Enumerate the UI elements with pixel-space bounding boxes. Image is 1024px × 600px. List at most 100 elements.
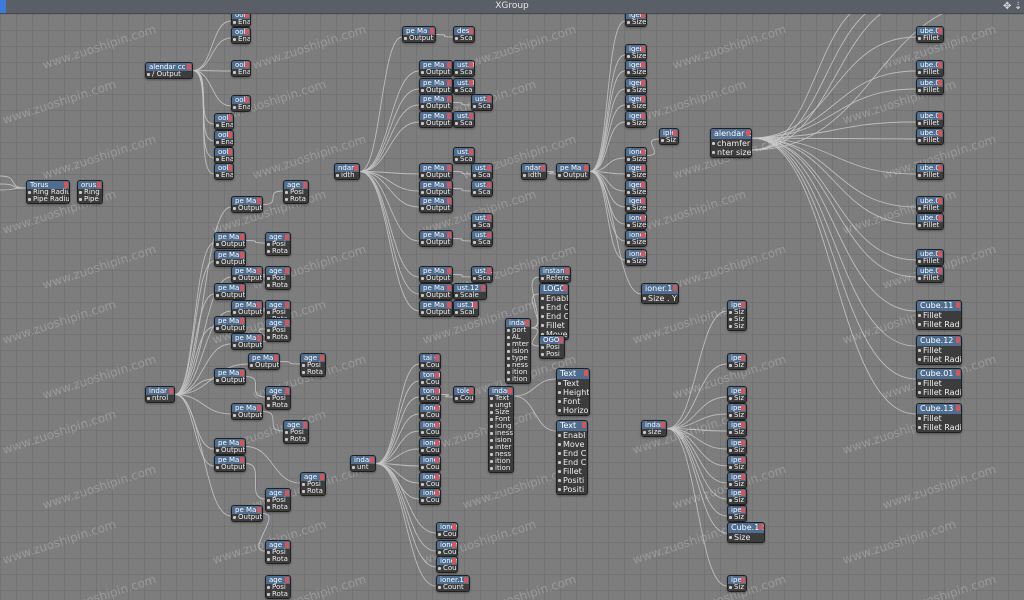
port-label[interactable]: idth — [522, 172, 546, 179]
port-label[interactable]: Ena — [215, 139, 233, 146]
port-label[interactable]: Output — [215, 377, 245, 384]
node-pm2-03[interactable]: pe Ma Output — [419, 78, 453, 95]
node-ust-03[interactable]: ust. Sca — [471, 94, 493, 111]
port-label[interactable]: Sca — [454, 156, 474, 163]
node-cube-10[interactable]: ube.0 Fillet — [916, 266, 944, 283]
port-label[interactable]: Fillet — [917, 414, 961, 423]
node-pm-06[interactable]: pe Ma Output — [231, 300, 263, 317]
node-goli-8[interactable]: ooli Ena — [214, 163, 234, 180]
node-goli-7[interactable]: ooli Ena — [214, 147, 234, 164]
port-label[interactable]: Ena — [232, 36, 250, 43]
output-pin-icon[interactable] — [541, 165, 545, 171]
port-label[interactable]: End C — [540, 312, 568, 321]
port-label[interactable]: Refere — [540, 275, 570, 282]
port-label[interactable]: Cou — [454, 395, 474, 402]
node-cube-04[interactable]: ube.0 Fillet — [916, 111, 944, 128]
node-pm-07[interactable]: pe Ma Output — [214, 316, 246, 333]
port-label[interactable]: Output — [420, 172, 452, 179]
node-cnt-11[interactable]: ioner Cou — [436, 540, 458, 557]
output-pin-icon[interactable] — [956, 405, 960, 411]
port-label[interactable]: Rota — [301, 369, 325, 376]
port-label[interactable]: Output — [232, 205, 262, 212]
port-label[interactable]: Output — [557, 172, 589, 179]
output-pin-icon[interactable] — [354, 165, 358, 171]
port-label[interactable]: Scal — [454, 309, 478, 316]
node-cube-14[interactable]: Cube.13 Fillet Fillet Radi — [916, 403, 962, 433]
port-label[interactable]: Sca — [454, 69, 474, 76]
node-cube-01[interactable]: ube.0 Fillet — [916, 26, 944, 43]
node-pm-08[interactable]: pe Ma Output — [231, 333, 263, 350]
node-sz-12[interactable]: Cube.12 Size — [727, 522, 765, 543]
port-label[interactable]: Siz — [728, 497, 746, 504]
node-pm-05[interactable]: pe Ma Output — [214, 283, 246, 300]
port-label[interactable]: Fillet — [917, 379, 961, 388]
port-label[interactable]: Sca — [472, 172, 492, 179]
port-label[interactable]: nter size — [711, 148, 751, 157]
output-pin-icon[interactable] — [464, 577, 468, 583]
port-label[interactable]: ntrol — [146, 395, 174, 402]
port-label[interactable]: End C — [557, 458, 587, 467]
node-sz-13[interactable]: ipe Siz — [727, 575, 747, 592]
port-label[interactable]: Rota — [284, 436, 308, 443]
port-label[interactable]: Ena — [215, 172, 233, 179]
node-ust-01[interactable]: ust.3 Sca — [453, 60, 475, 77]
node-ust-05[interactable]: ust. Sca — [453, 147, 475, 164]
collapse-icon[interactable]: ⇣ — [1014, 0, 1022, 13]
port-label[interactable]: Enabl — [557, 431, 587, 440]
node-text-b[interactable]: Text Enabl Move End C End C Fillet Positi Posit… — [556, 420, 588, 495]
port-label[interactable]: Output — [232, 514, 262, 521]
node-img-02[interactable]: age Posi Rota — [265, 232, 291, 256]
node-ust-06[interactable]: ust. Sca — [471, 163, 493, 180]
port-label[interactable]: Siz — [728, 362, 746, 369]
node-pm-14[interactable]: pe Ma Output — [231, 505, 263, 522]
port-label[interactable]: Rota — [266, 504, 290, 511]
node-pm2-04[interactable]: pe Ma Output — [419, 94, 453, 111]
node-stand-b[interactable]: ndar idth — [334, 163, 360, 180]
port-label[interactable]: Output — [232, 412, 262, 419]
port-label[interactable]: Output — [420, 103, 452, 110]
node-pm-10[interactable]: pe Ma Output — [214, 368, 246, 385]
port-label[interactable]: Fillet — [917, 258, 943, 265]
port-label[interactable]: Positi — [557, 476, 587, 485]
node-pm-12[interactable]: pe Ma Output — [214, 438, 246, 455]
port-label[interactable]: Size — [626, 172, 646, 179]
port-label[interactable]: Rota — [301, 488, 325, 495]
port-label[interactable]: Fillet — [540, 321, 568, 330]
output-pin-icon[interactable] — [481, 285, 485, 291]
port-label[interactable]: Fillet — [917, 222, 943, 229]
port-label[interactable]: Output — [215, 292, 245, 299]
node-sz-02[interactable]: ipe Siz — [727, 353, 747, 370]
node-calendar-b[interactable]: alendar c chamfer nter size — [710, 128, 752, 158]
port-label[interactable]: Size — [626, 189, 646, 196]
node-goli-6[interactable]: ooli Ena — [214, 130, 234, 147]
port-label[interactable]: Size — [626, 205, 646, 212]
port-label[interactable]: Ena — [232, 69, 250, 76]
port-label[interactable]: Cou — [420, 412, 440, 419]
node-ust-08[interactable]: ust. Sca — [471, 213, 493, 230]
node-cnt-01[interactable]: tai C Cou — [419, 353, 441, 370]
node-cube-08[interactable]: ube.0 Fillet — [916, 213, 944, 230]
node-cnt-13[interactable]: ioner.1 Count — [436, 575, 470, 592]
port-label[interactable]: Cou — [437, 549, 457, 556]
port-label[interactable]: Cou — [420, 395, 440, 402]
port-label[interactable]: Output — [420, 189, 452, 196]
node-ust-02[interactable]: ust.3 Sca — [453, 78, 475, 95]
node-img-10[interactable]: age Posi Rota — [265, 488, 291, 512]
node-tole[interactable]: tole Cou — [453, 386, 475, 403]
port-label[interactable]: Output — [232, 342, 262, 349]
node-pm2-08[interactable]: pe Ma Output — [419, 196, 453, 213]
port-label[interactable]: End C — [557, 449, 587, 458]
port-label[interactable]: Cou — [420, 497, 440, 504]
node-stand-f[interactable]: indar Text ungt Size Font icing iness ision inte… — [488, 386, 514, 473]
node-img-12[interactable]: age Posi Rota — [265, 575, 291, 599]
port-label[interactable]: Ena — [215, 122, 233, 129]
port-label[interactable]: Sca — [454, 87, 474, 94]
port-label[interactable]: Fillet — [917, 205, 943, 212]
port-label[interactable]: Siz — [728, 464, 746, 471]
node-pm-13[interactable]: pe Ma Output — [214, 455, 246, 472]
port-label[interactable]: Output — [215, 259, 245, 266]
port-label[interactable]: Pipe — [78, 196, 102, 203]
port-label[interactable]: Size — [626, 19, 646, 26]
node-goli-2[interactable]: ooli Ena — [231, 27, 251, 44]
node-goli-3[interactable]: ooli Ena — [231, 60, 251, 77]
